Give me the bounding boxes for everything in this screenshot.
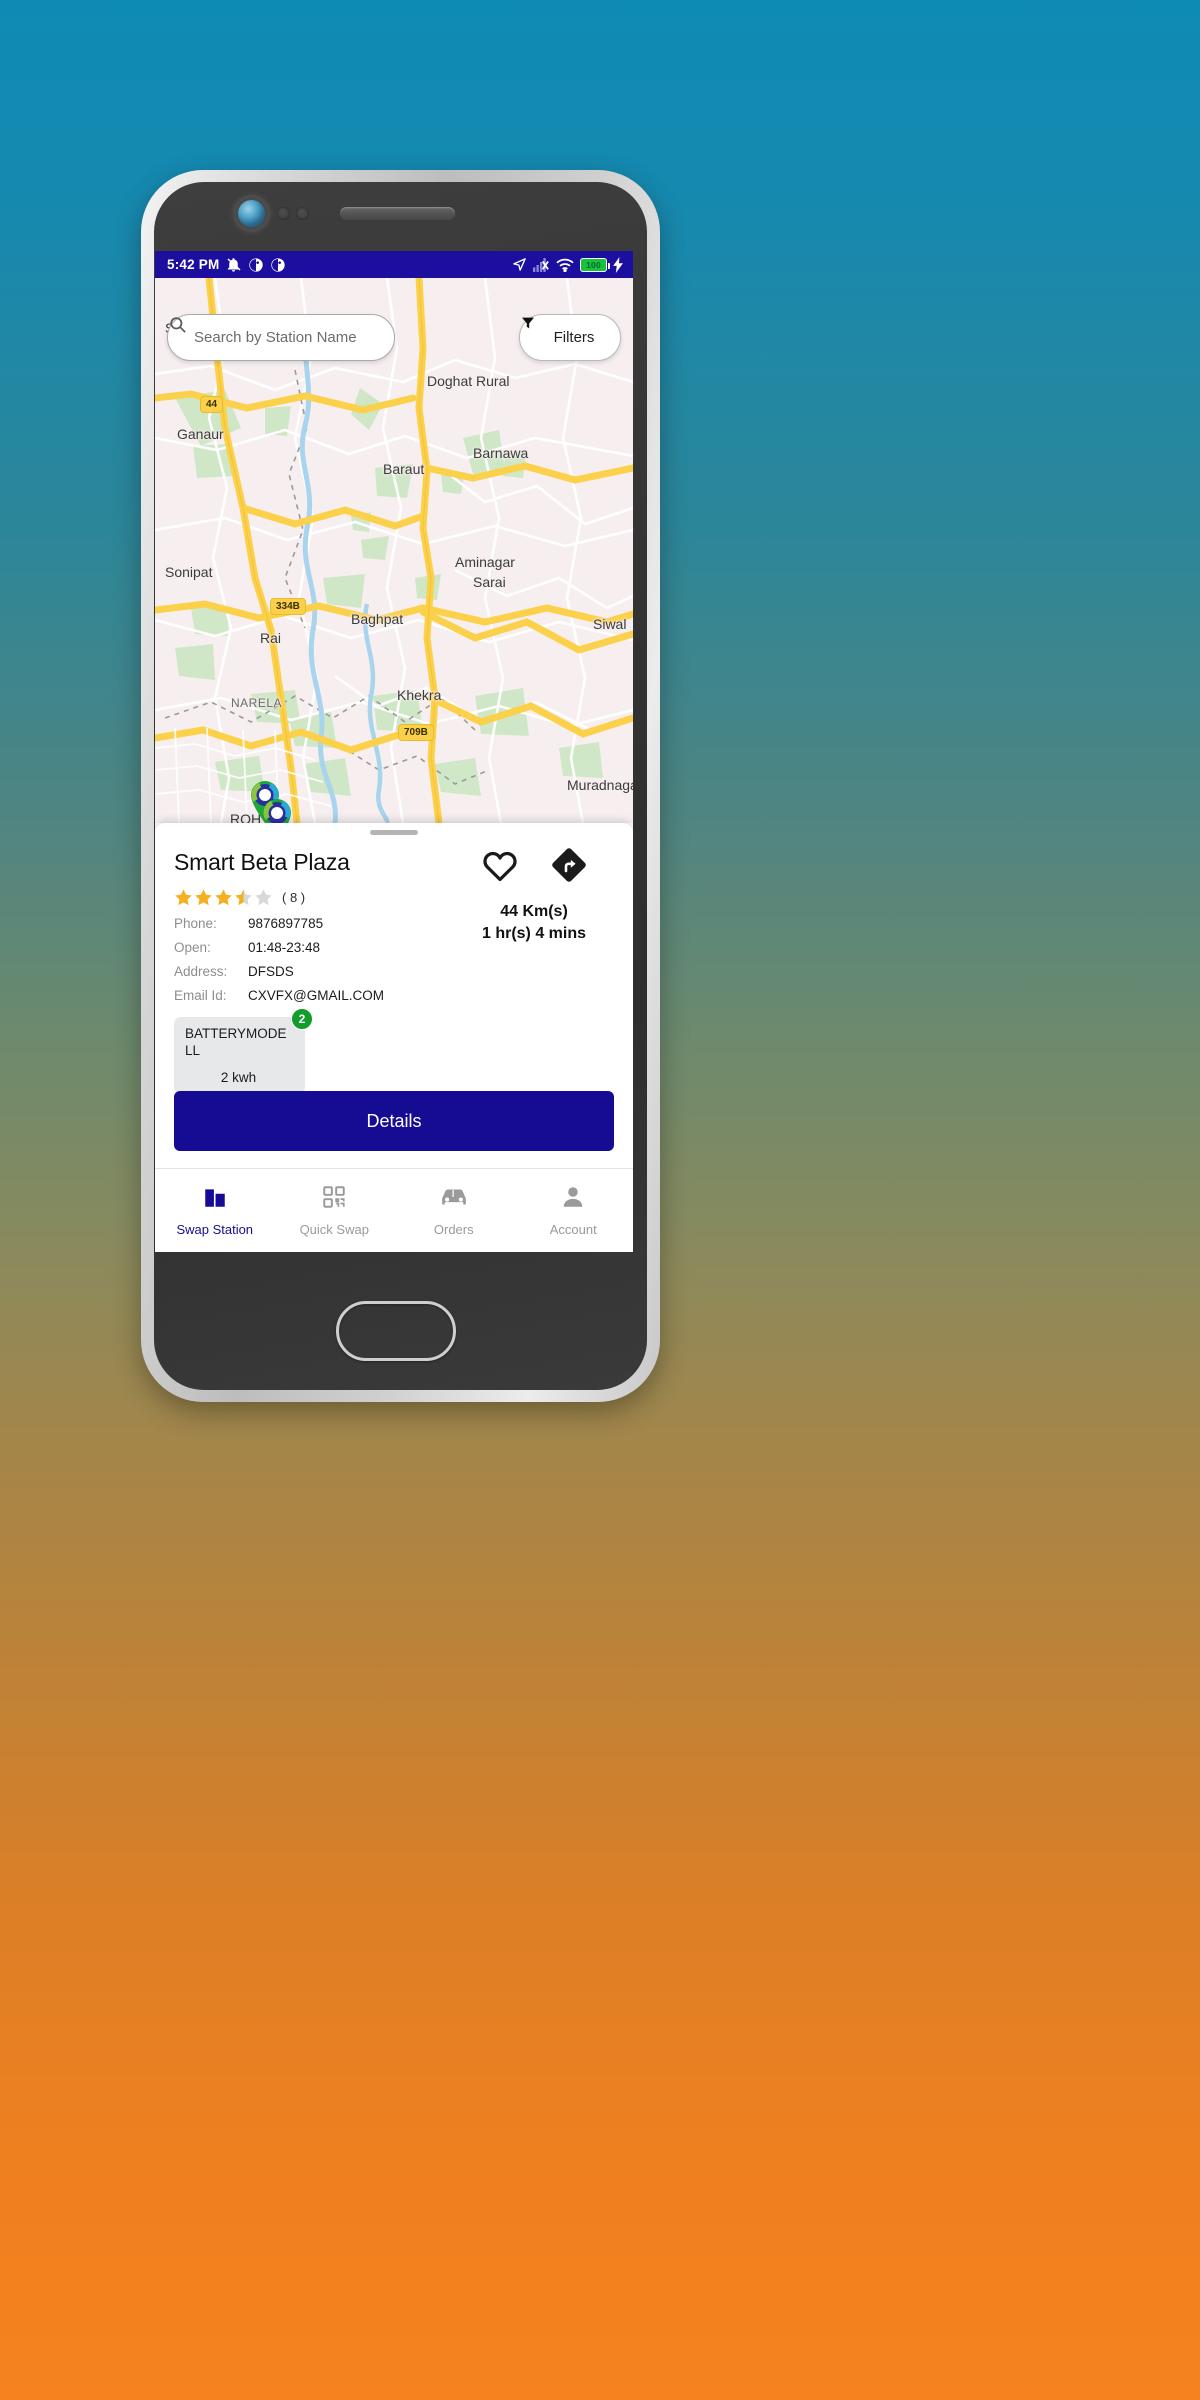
filters-button[interactable]: Filters [519, 314, 621, 361]
search-bar[interactable] [167, 314, 395, 361]
home-button[interactable] [336, 1301, 456, 1361]
star-full-icon [215, 889, 232, 906]
location-arrow-icon [512, 257, 527, 272]
highway-shield: 44 [200, 396, 224, 413]
nav-item-swap-station[interactable]: Swap Station [155, 1184, 275, 1237]
map-view[interactable]: Sampla Doghat Rural Ganaur Barnawa Barau… [155, 278, 633, 823]
status-bar: 5:42 PM 100 [155, 251, 633, 278]
field-value: 01:48-23:48 [248, 940, 321, 955]
light-sensor-icon [296, 207, 309, 220]
highway-shield: 334B [270, 598, 306, 615]
distance-value: 44 Km(s) [500, 903, 568, 920]
battery-model-name: BATTERYMODELL [185, 1026, 287, 1058]
nav-label: Orders [433, 1222, 474, 1237]
star-half-icon [235, 889, 252, 906]
station-field-open: Open: 01:48-23:48 [174, 940, 454, 955]
car-icon [440, 1184, 468, 1215]
station-field-address: Address: DFSDS [174, 964, 454, 979]
building-icon [202, 1184, 228, 1215]
station-field-phone: Phone: 9876897785 [174, 916, 454, 931]
rating-stars: ( 8 ) [174, 888, 454, 907]
phone-screen: 5:42 PM 100 Doghat Rural Ganaur Barnawa … [155, 251, 633, 1252]
heart-icon[interactable] [481, 848, 519, 887]
details-button[interactable]: Details [174, 1091, 614, 1151]
search-input[interactable] [194, 329, 377, 346]
status-time: 5:42 PM [167, 257, 220, 272]
nav-label: Account [549, 1222, 597, 1237]
nav-label: Swap Station [176, 1222, 254, 1237]
station-field-email: Email Id: CXVFX@GMAIL.COM [174, 988, 454, 1003]
bottom-nav: Swap Station Quick Swap Orders Account [155, 1168, 633, 1252]
station-marker-icon[interactable] [259, 796, 295, 823]
nav-item-quick-swap[interactable]: Quick Swap [275, 1184, 395, 1237]
battery-capacity: 2 kwh [220, 1069, 257, 1085]
star-full-icon [175, 889, 192, 906]
nav-label: Quick Swap [299, 1222, 369, 1237]
field-value: 9876897785 [248, 916, 324, 931]
star-full-icon [195, 889, 212, 906]
front-camera-icon [238, 200, 265, 227]
do-not-disturb-icon [248, 257, 264, 273]
field-value: DFSDS [248, 964, 294, 979]
qr-code-icon [321, 1184, 347, 1215]
station-name: Smart Beta Plaza [174, 849, 350, 875]
station-detail-sheet: Smart Beta Plaza ( 8 ) Phone: 9876897785 [155, 823, 633, 1252]
signal-off-icon [533, 257, 550, 272]
person-icon [560, 1184, 586, 1215]
mute-icon [225, 256, 242, 273]
field-value: CXVFX@GMAIL.COM [248, 988, 384, 1003]
nav-item-orders[interactable]: Orders [394, 1184, 514, 1237]
nav-item-account[interactable]: Account [514, 1184, 634, 1237]
battery-icon: 100 [580, 257, 610, 272]
distance-duration: 44 Km(s) 1 hr(s) 4 mins [454, 901, 614, 944]
field-label: Phone: [174, 916, 217, 931]
earpiece-speaker [340, 207, 455, 220]
highway-shield: 709B [398, 724, 434, 741]
field-label: Email Id: [174, 988, 227, 1003]
field-label: Open: [174, 940, 211, 955]
do-not-disturb-icon [270, 257, 286, 273]
battery-count-badge: 2 [291, 1008, 313, 1030]
duration-value: 1 hr(s) 4 mins [481, 924, 587, 942]
filters-label: Filters [553, 329, 595, 346]
star-empty-icon [255, 889, 272, 906]
wifi-icon [556, 258, 574, 272]
directions-icon[interactable] [551, 847, 587, 888]
battery-model-chip[interactable]: BATTERYMODELL 2 kwh 2 [174, 1008, 313, 1094]
charging-bolt-icon [613, 256, 624, 273]
field-label: Address: [174, 964, 228, 979]
proximity-sensor-icon [277, 207, 290, 220]
rating-count: ( 8 ) [282, 890, 306, 905]
